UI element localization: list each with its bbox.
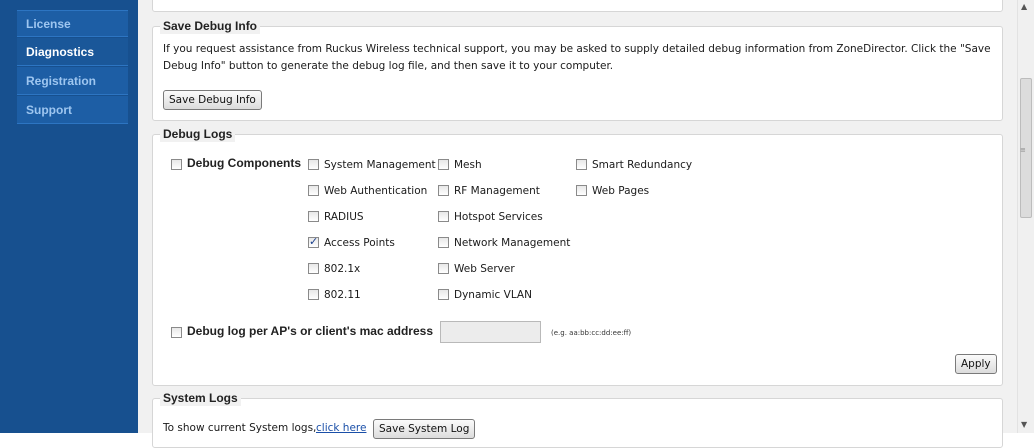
previous-section	[152, 0, 1003, 12]
component-checkbox-network-management[interactable]	[438, 237, 449, 248]
save-system-log-button[interactable]: Save System Log	[373, 419, 476, 439]
mac-debug-checkbox[interactable]	[171, 327, 182, 338]
component-checkbox-web-pages[interactable]	[576, 185, 587, 196]
debug-logs-legend: Debug Logs	[160, 126, 236, 142]
system-logs-legend: System Logs	[160, 390, 241, 406]
component-label: Access Points	[324, 237, 395, 249]
system-logs-section: System Logs To show current System logs,…	[152, 390, 1003, 448]
component-label: RADIUS	[324, 211, 364, 223]
component-label: Web Pages	[592, 185, 650, 197]
debug-components-label: Debug Components	[187, 156, 301, 170]
component-checkbox-web-server[interactable]	[438, 263, 449, 274]
save-debug-description: If you request assistance from Ruckus Wi…	[163, 43, 991, 72]
component-checkbox-8021x[interactable]	[308, 263, 319, 274]
mac-address-hint: (e.g. aa:bb:cc:dd:ee:ff)	[551, 329, 632, 337]
component-checkbox-rf-management[interactable]	[438, 185, 449, 196]
system-logs-text: To show current System logs,	[163, 422, 317, 434]
component-checkbox-system-management[interactable]	[308, 159, 319, 170]
mac-address-input[interactable]	[440, 321, 541, 343]
component-label: RF Management	[454, 185, 540, 197]
component-checkbox-radius[interactable]	[308, 211, 319, 222]
save-debug-legend: Save Debug Info	[160, 18, 261, 34]
component-checkbox-mesh[interactable]	[438, 159, 449, 170]
component-label: 802.1x	[324, 263, 361, 275]
scrollbar-grip-icon: ≡	[1020, 146, 1026, 154]
sidebar: License Diagnostics Registration Support	[0, 0, 138, 433]
debug-logs-section: Debug Logs Debug Components System Manag…	[152, 126, 1003, 386]
sidebar-item-diagnostics[interactable]: Diagnostics	[17, 38, 128, 66]
vertical-scrollbar[interactable]: ▲ ≡ ▼	[1017, 0, 1034, 433]
component-label: System Management	[324, 159, 436, 171]
component-label: Dynamic VLAN	[454, 289, 532, 301]
save-debug-info-button[interactable]: Save Debug Info	[163, 90, 262, 110]
sidebar-item-license[interactable]: License	[17, 10, 128, 37]
component-label: Smart Redundancy	[592, 159, 693, 171]
sidebar-item-support[interactable]: Support	[17, 96, 128, 124]
sidebar-item-registration[interactable]: Registration	[17, 67, 128, 95]
component-checkbox-smart-redundancy[interactable]	[576, 159, 587, 170]
component-label: Web Authentication	[324, 185, 428, 197]
component-label: Network Management	[454, 237, 571, 249]
mac-debug-label: Debug log per AP's or client's mac addre…	[187, 324, 433, 338]
component-checkbox-hotspot-services[interactable]	[438, 211, 449, 222]
component-checkbox-80211[interactable]	[308, 289, 319, 300]
save-debug-section: Save Debug Info If you request assistanc…	[152, 18, 1003, 121]
debug-components-checkbox[interactable]	[171, 159, 182, 170]
apply-button[interactable]: Apply	[955, 354, 997, 374]
component-label: Hotspot Services	[454, 211, 543, 223]
scroll-up-arrow-icon[interactable]: ▲	[1021, 2, 1027, 11]
component-label: Web Server	[454, 263, 515, 275]
component-checkbox-web-authentication[interactable]	[308, 185, 319, 196]
component-checkbox-access-points[interactable]	[308, 235, 319, 248]
component-label: Mesh	[454, 159, 482, 171]
component-label: 802.11	[324, 289, 361, 301]
main-content: Save Debug Info If you request assistanc…	[138, 0, 1017, 448]
scroll-down-arrow-icon[interactable]: ▼	[1021, 420, 1027, 429]
system-logs-click-here-link[interactable]: click here	[316, 422, 366, 435]
component-checkbox-dynamic-vlan[interactable]	[438, 289, 449, 300]
